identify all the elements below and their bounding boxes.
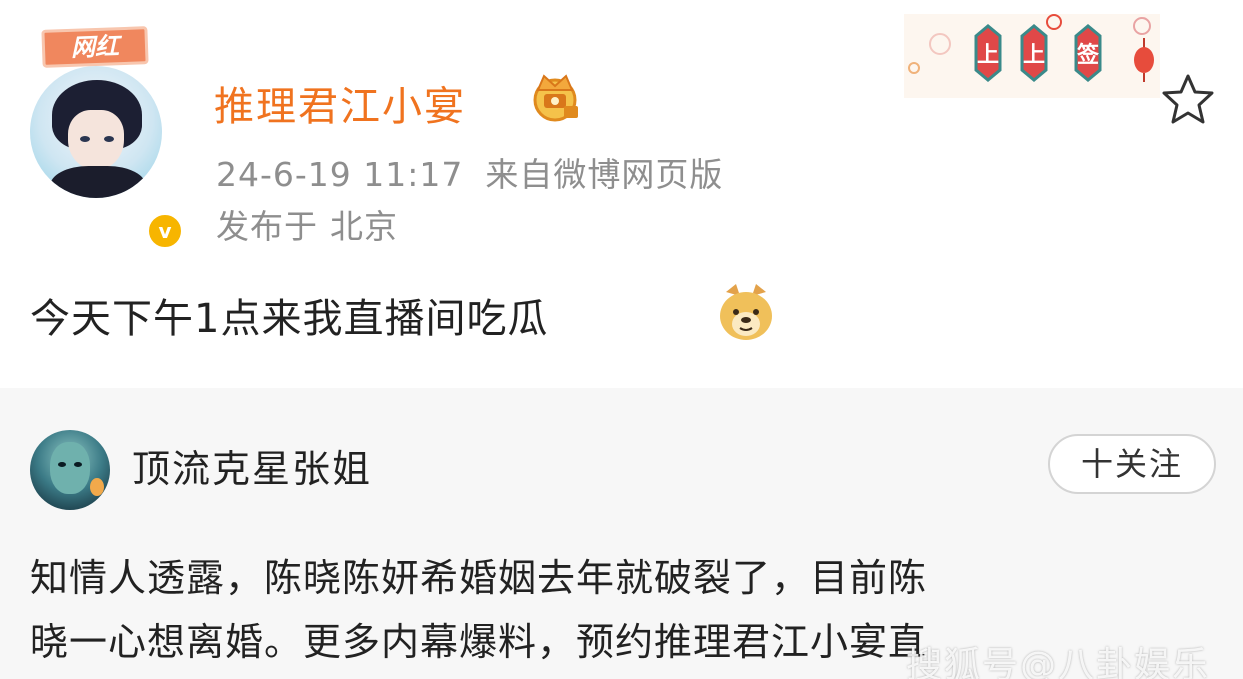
influencer-badge: 网红 bbox=[41, 26, 149, 68]
post-time: 24-6-19 11:17 bbox=[216, 155, 464, 194]
weibo-post: 网红 v 推理君江小宴 24-6-19 11:17 来自微博网页版 发布于 北京 今… bbox=[0, 0, 1243, 388]
repost-avatar-glow bbox=[90, 478, 104, 496]
repost-avatar-face bbox=[50, 442, 90, 494]
post-location: 发布于 北京 bbox=[216, 200, 398, 248]
repost-avatar[interactable] bbox=[30, 430, 110, 510]
svg-text:上: 上 bbox=[977, 43, 999, 68]
avatar-eye bbox=[104, 136, 114, 142]
lottery-banner[interactable]: 上 上 签 bbox=[904, 14, 1160, 98]
doge-icon bbox=[720, 284, 772, 340]
avatar-face bbox=[68, 110, 124, 170]
repost-author-name[interactable]: 顶流克星张姐 bbox=[132, 438, 372, 493]
author-name[interactable]: 推理君江小宴 bbox=[214, 74, 466, 132]
author-avatar-wrap[interactable]: 网红 v bbox=[30, 26, 184, 250]
location-prefix: 发布于 bbox=[216, 207, 318, 246]
svg-text:上: 上 bbox=[1023, 43, 1045, 68]
follow-button[interactable]: 十关注 bbox=[1048, 434, 1216, 494]
post-source[interactable]: 来自微博网页版 bbox=[485, 155, 723, 194]
location-city: 北京 bbox=[330, 207, 398, 246]
repost-avatar-eye bbox=[58, 462, 66, 467]
avatar-body bbox=[50, 166, 146, 198]
avatar[interactable] bbox=[30, 66, 162, 198]
repost-avatar-eye bbox=[74, 462, 82, 467]
post-meta: 24-6-19 11:17 来自微博网页版 bbox=[216, 148, 723, 196]
star-icon[interactable] bbox=[1160, 72, 1216, 128]
watermark: 搜狐号@八卦娱乐 bbox=[906, 645, 1211, 679]
repost-line: 知情人透露，陈晓陈妍希婚姻去年就破裂了，目前陈 bbox=[30, 556, 928, 600]
post-content: 今天下午1点来我直播间吃瓜 bbox=[30, 296, 549, 342]
avatar-eye bbox=[80, 136, 90, 142]
svg-text:签: 签 bbox=[1076, 42, 1100, 68]
lottery-tile-3: 签 bbox=[1074, 24, 1102, 82]
verified-badge-icon: v bbox=[146, 212, 184, 250]
crown-icon[interactable] bbox=[524, 70, 586, 122]
lottery-tile-1: 上 bbox=[974, 24, 1002, 82]
lottery-tile-2: 上 bbox=[1020, 24, 1048, 82]
